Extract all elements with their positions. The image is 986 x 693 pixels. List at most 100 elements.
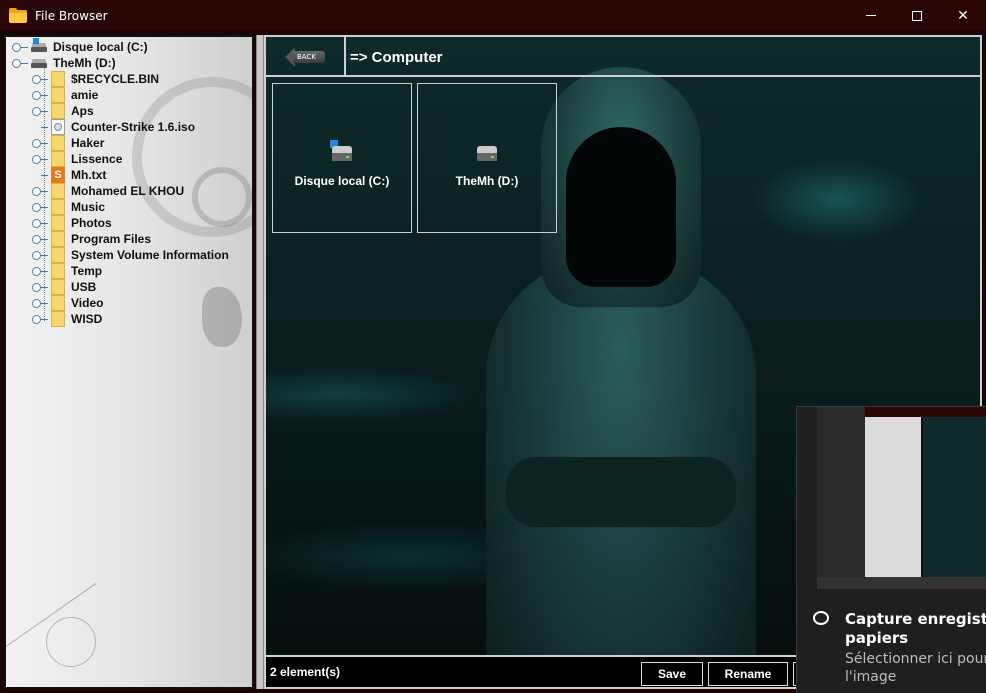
- tree-toggle-icon[interactable]: [32, 202, 41, 212]
- tree-toggle-icon[interactable]: [32, 106, 41, 116]
- windows-drive-icon: [31, 38, 47, 52]
- tree-item[interactable]: Video: [32, 295, 103, 311]
- tree-toggle-icon[interactable]: [32, 74, 41, 84]
- tree-item[interactable]: Lissence: [32, 151, 122, 167]
- maximize-button[interactable]: [894, 0, 940, 31]
- tree-node-drive-d[interactable]: TheMh (D:): [12, 55, 116, 71]
- tree-node-drive-c[interactable]: Disque local (C:): [12, 38, 148, 55]
- back-button[interactable]: BACK: [266, 37, 346, 77]
- folder-tree-panel[interactable]: Disque local (C:) TheMh (D:) $RECYCLE.BI…: [4, 35, 254, 689]
- path-header: BACK => Computer: [266, 37, 980, 77]
- tree-item[interactable]: amie: [32, 87, 98, 103]
- tree-item-label: Aps: [71, 104, 94, 118]
- current-path: => Computer: [350, 49, 443, 66]
- tree-toggle-icon[interactable]: [12, 58, 21, 68]
- window-title: File Browser: [35, 8, 108, 23]
- folder-icon: [51, 87, 65, 103]
- element-count: 2 element(s): [270, 665, 341, 679]
- decorative-splash-shape: [202, 287, 242, 347]
- drive-icon: [475, 140, 499, 162]
- tree-item[interactable]: S Mh.txt: [32, 167, 106, 183]
- folder-icon: [51, 183, 65, 199]
- tree-item[interactable]: Program Files: [32, 231, 151, 247]
- tree-toggle-icon[interactable]: [32, 90, 41, 100]
- tree-item-label: System Volume Information: [71, 248, 229, 262]
- drive-tile-label: TheMh (D:): [455, 174, 519, 188]
- tree-item-label: Lissence: [71, 152, 123, 166]
- tree-toggle-icon[interactable]: [32, 154, 41, 164]
- tree-item[interactable]: Temp: [32, 263, 102, 279]
- tree-item[interactable]: USB: [32, 279, 96, 295]
- close-button[interactable]: ✕: [940, 0, 986, 31]
- back-label: BACK: [297, 53, 316, 61]
- decorative-circle-shape: [192, 167, 252, 227]
- folder-app-icon: [9, 7, 27, 23]
- folder-icon: [51, 231, 65, 247]
- tree-node-label: TheMh (D:): [53, 56, 116, 70]
- rename-button[interactable]: Rename: [708, 662, 788, 686]
- tree-toggle-icon[interactable]: [32, 282, 41, 292]
- text-file-icon: S: [51, 167, 65, 183]
- folder-icon: [51, 199, 65, 215]
- drive-icon: [31, 58, 47, 68]
- folder-icon: [51, 135, 65, 151]
- drive-tile-c[interactable]: Disque local (C:): [272, 83, 412, 233]
- tree-item[interactable]: $RECYCLE.BIN: [32, 71, 159, 87]
- tree-toggle-icon[interactable]: [32, 250, 41, 260]
- tree-toggle-icon[interactable]: [32, 138, 41, 148]
- save-button[interactable]: Save: [641, 662, 703, 686]
- tree-item-label: Haker: [71, 136, 105, 150]
- tree-item-label: $RECYCLE.BIN: [71, 72, 160, 86]
- panel-splitter[interactable]: [256, 35, 264, 689]
- tree-item[interactable]: System Volume Information: [32, 247, 229, 263]
- tree-toggle-icon[interactable]: [32, 186, 41, 196]
- tree-toggle-icon[interactable]: [32, 298, 41, 308]
- tree-item-label: Music: [71, 200, 106, 214]
- tree-item[interactable]: Mohamed EL KHOU: [32, 183, 184, 199]
- windows-drive-icon: [330, 140, 354, 162]
- tree-item[interactable]: Photos: [32, 215, 112, 231]
- notification-subtitle-cont: l'image: [845, 669, 897, 685]
- tree-item-label: Counter-Strike 1.6.iso: [71, 120, 196, 134]
- maximize-icon: [912, 10, 922, 21]
- screenshot-thumbnail[interactable]: [817, 407, 986, 589]
- tree-item-label: Photos: [71, 216, 112, 230]
- tree-item[interactable]: Counter-Strike 1.6.iso: [32, 119, 195, 135]
- drive-tile-d[interactable]: TheMh (D:): [417, 83, 557, 233]
- snip-tool-icon: [813, 611, 829, 625]
- notification-title: Capture enregistrée d: [845, 610, 986, 628]
- tree-item[interactable]: Haker: [32, 135, 104, 151]
- tree-item[interactable]: WISD: [32, 311, 102, 327]
- iso-file-icon: [51, 119, 65, 135]
- back-arrow-icon: BACK: [285, 47, 325, 67]
- drive-tile-label: Disque local (C:): [294, 174, 390, 188]
- screenshot-notification[interactable]: Capture enregistrée d papiers Sélectionn…: [796, 406, 986, 693]
- folder-icon: [51, 215, 65, 231]
- tree-toggle-icon[interactable]: [32, 234, 41, 244]
- tree-toggle-icon[interactable]: [32, 218, 41, 228]
- tree-item[interactable]: Aps: [32, 103, 94, 119]
- tree-toggle-icon[interactable]: [32, 314, 41, 324]
- folder-icon: [51, 103, 65, 119]
- tree-item-label: WISD: [71, 312, 103, 326]
- tree-item-label: Mh.txt: [71, 168, 107, 182]
- close-icon: ✕: [957, 7, 969, 24]
- folder-icon: [51, 279, 65, 295]
- notification-title-cont: papiers: [845, 629, 909, 647]
- tree-item-label: amie: [71, 88, 99, 102]
- tree-item-label: Mohamed EL KHOU: [71, 184, 185, 198]
- folder-icon: [51, 247, 65, 263]
- minimize-icon: [866, 15, 876, 16]
- tree-toggle-icon[interactable]: [32, 266, 41, 276]
- title-bar: File Browser ✕: [0, 0, 986, 31]
- minimize-button[interactable]: [848, 0, 894, 31]
- notification-subtitle: Sélectionner ici pour a: [845, 651, 986, 667]
- decorative-ring-shape: [46, 617, 96, 667]
- tree-item-label: Program Files: [71, 232, 152, 246]
- tree-node-label: Disque local (C:): [53, 40, 148, 54]
- tree-item-label: USB: [71, 280, 97, 294]
- folder-icon: [51, 295, 65, 311]
- tree-item[interactable]: Music: [32, 199, 105, 215]
- tree-toggle-icon[interactable]: [12, 42, 21, 52]
- folder-icon: [51, 151, 65, 167]
